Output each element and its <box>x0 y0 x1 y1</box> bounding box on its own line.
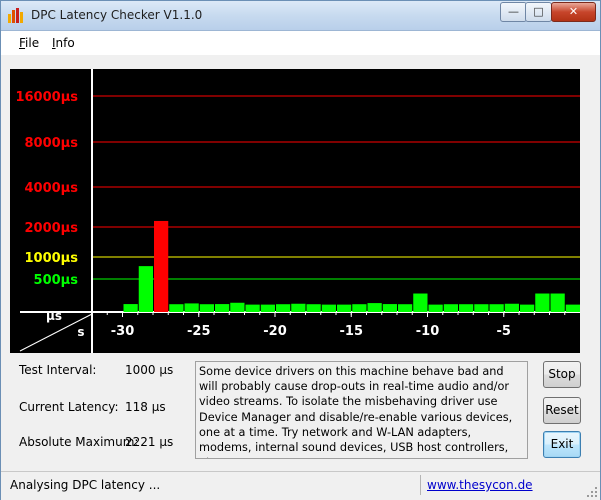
y-tick-label: 16000µs <box>15 90 78 105</box>
y-tick-label: 1000µs <box>25 251 79 266</box>
latency-bar <box>382 304 397 312</box>
latency-chart: 16000µs 8000µs 4000µs 2000µs 1000µs 500µs -30 -… <box>10 69 580 353</box>
latency-bar <box>321 304 336 312</box>
latency-bar <box>535 293 550 312</box>
latency-bar <box>154 220 169 312</box>
x-tick-label: -10 <box>416 324 440 339</box>
latency-bar <box>413 293 428 312</box>
status-separator <box>420 475 421 495</box>
latency-bar <box>184 303 199 312</box>
status-text: Analysing DPC latency ... <box>10 478 161 492</box>
latency-chart-svg: 16000µs 8000µs 4000µs 2000µs 1000µs 500µs -30 -… <box>15 69 580 353</box>
latency-bar <box>260 304 275 312</box>
latency-bar <box>291 303 306 312</box>
latency-bar <box>306 304 321 312</box>
reset-button[interactable]: Reset <box>543 397 581 424</box>
current-latency-value: 118 µs <box>125 400 166 414</box>
website-link[interactable]: www.thesycon.de <box>427 478 533 492</box>
test-interval-label: Test Interval: <box>19 363 97 377</box>
window-title: DPC Latency Checker V1.1.0 <box>31 8 203 22</box>
corner-x-unit: s <box>77 325 84 339</box>
y-tick-label: 4000µs <box>25 181 79 196</box>
minimize-button[interactable]: — <box>500 2 527 22</box>
latency-bar <box>398 304 413 312</box>
latency-bar <box>245 304 260 312</box>
exit-button[interactable]: Exit <box>543 431 581 458</box>
x-tick-label: -15 <box>340 324 364 339</box>
status-bar: Analysing DPC latency ... www.thesycon.d… <box>1 471 600 500</box>
y-tick-label: 500µs <box>34 273 79 288</box>
latency-bar <box>138 266 153 312</box>
app-window: DPC Latency Checker V1.1.0 — □ ✕ File In… <box>0 0 601 500</box>
latency-bar <box>352 304 367 312</box>
x-tick-label: -20 <box>263 324 287 339</box>
latency-bar <box>489 304 504 312</box>
menu-info[interactable]: Info <box>52 36 75 50</box>
latency-bar <box>443 304 458 312</box>
y-tick-label: 8000µs <box>25 136 79 151</box>
current-latency-label: Current Latency: <box>19 400 119 414</box>
latency-bar <box>276 304 291 312</box>
latency-bar <box>428 304 443 312</box>
stop-button[interactable]: Stop <box>543 361 581 388</box>
latency-bar <box>474 304 489 312</box>
latency-bar <box>550 293 565 312</box>
latency-bar <box>504 303 519 312</box>
y-tick-label: 2000µs <box>25 221 79 236</box>
latency-bar <box>215 304 230 312</box>
latency-bar <box>169 304 184 312</box>
menu-file[interactable]: File <box>19 36 39 50</box>
description-text: Some device drivers on this machine beha… <box>195 361 528 459</box>
title-bar[interactable]: DPC Latency Checker V1.1.0 — □ ✕ <box>1 1 600 31</box>
latency-bar <box>199 304 214 312</box>
latency-bar <box>337 304 352 312</box>
absolute-maximum-label: Absolute Maximum: <box>19 435 139 449</box>
app-icon <box>8 8 24 23</box>
corner-y-unit: µs <box>46 309 62 323</box>
x-tick-label: -25 <box>187 324 211 339</box>
latency-bar <box>367 303 382 312</box>
close-button[interactable]: ✕ <box>551 2 596 22</box>
latency-bar <box>520 304 535 312</box>
resize-grip-icon[interactable] <box>586 486 598 498</box>
absolute-maximum-value: 2221 µs <box>125 435 174 449</box>
x-tick-label: -5 <box>497 324 511 339</box>
menu-bar: File Info <box>1 31 600 55</box>
test-interval-value: 1000 µs <box>125 363 174 377</box>
latency-bar <box>459 304 474 312</box>
x-tick-label: -30 <box>111 324 135 339</box>
latency-bar <box>565 304 580 312</box>
latency-bar <box>230 302 245 312</box>
latency-bar <box>123 304 138 312</box>
maximize-button[interactable]: □ <box>525 2 552 22</box>
